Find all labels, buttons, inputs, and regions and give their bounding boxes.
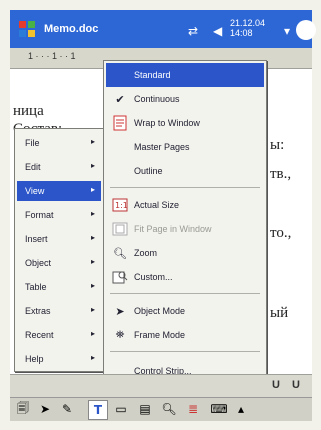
submenu-item-label: Wrap to Window — [134, 118, 200, 128]
wrap-icon — [112, 115, 128, 131]
chevron-right-icon: ▸ — [91, 161, 96, 170]
command-bar: 🗐 ➤ ✎ T ▭ ▤ 🔍︎ ≣ ⌨ ▴ — [10, 397, 312, 421]
svg-text:1:1: 1:1 — [115, 201, 128, 210]
frame-tool-icon[interactable]: ▭ — [112, 400, 130, 418]
submenu-item-frame-mode[interactable]: ⛯ Frame Mode — [106, 323, 264, 347]
doc-line: ница — [13, 103, 44, 119]
chevron-right-icon: ▸ — [91, 329, 96, 338]
format-bar: U U — [10, 374, 312, 397]
chevron-down-icon[interactable]: ▾ — [284, 24, 290, 38]
menu-item-label: Help — [25, 354, 44, 364]
underline-button[interactable]: U — [292, 379, 300, 391]
chevron-right-icon: ▸ — [91, 257, 96, 266]
menu-item-recent[interactable]: Recent ▸ — [17, 325, 101, 345]
network-icon[interactable]: ⇄ — [188, 24, 198, 38]
clock-date: 21.12.04 — [230, 18, 266, 28]
custom-zoom-icon — [112, 269, 128, 285]
frame-mode-icon: ⛯ — [115, 328, 125, 341]
ok-button[interactable] — [296, 20, 316, 40]
menu-item-format[interactable]: Format ▸ — [17, 205, 101, 225]
submenu-item-label: Frame Mode — [134, 330, 186, 340]
text-tool-icon[interactable]: T — [88, 400, 108, 420]
menu-item-label: Object — [25, 258, 52, 268]
menu-item-label: Insert — [25, 234, 48, 244]
view-submenu: Standard ✔ Continuous Wrap to Window Mas… — [103, 60, 267, 398]
submenu-item-custom[interactable]: Custom... — [106, 265, 264, 289]
menu-item-label: Extras — [25, 306, 51, 316]
submenu-item-label: Object Mode — [134, 306, 186, 316]
draw-tool-icon[interactable]: ✎ — [58, 400, 76, 418]
menu-item-label: Recent — [25, 330, 54, 340]
submenu-item-label: Master Pages — [134, 142, 190, 152]
pointer-tool-icon[interactable]: ➤ — [36, 400, 54, 418]
actual-size-icon: 1:1 — [112, 197, 128, 213]
submenu-item-continuous[interactable]: ✔ Continuous — [106, 87, 264, 111]
chevron-right-icon: ▸ — [91, 353, 96, 362]
submenu-item-label: Actual Size — [134, 200, 180, 210]
menu-icon[interactable]: 🗐 — [14, 400, 32, 418]
submenu-item-wrap-to-window[interactable]: Wrap to Window — [106, 111, 264, 135]
start-menu-icon[interactable] — [18, 20, 36, 38]
pointer-icon: ➤ — [115, 305, 125, 318]
app-title: Memo.doc — [44, 23, 99, 35]
main-menu: File ▸ Edit ▸ View ▸ Format ▸ Insert ▸ O… — [14, 128, 104, 372]
checkmark-icon: ✔ — [115, 93, 125, 106]
ruler-marks: 1 · · · 1 · · 1 — [28, 51, 76, 61]
clock-time: 14:08 — [230, 28, 253, 38]
italic-button[interactable]: U — [272, 379, 280, 391]
menu-item-extras[interactable]: Extras ▸ — [17, 301, 101, 321]
chevron-right-icon: ▸ — [91, 209, 96, 218]
table-tool-icon[interactable]: ▤ — [136, 400, 154, 418]
title-bar: Memo.doc ⇄ ◀ 21.12.04 14:08 ▾ — [10, 10, 316, 48]
menu-item-view[interactable]: View ▸ — [17, 181, 101, 201]
menu-item-file[interactable]: File ▸ — [17, 133, 101, 153]
menu-item-insert[interactable]: Insert ▸ — [17, 229, 101, 249]
submenu-item-label: Custom... — [134, 272, 173, 282]
volume-icon[interactable]: ◀ — [213, 24, 222, 38]
fit-page-icon — [112, 221, 128, 237]
menu-item-label: Edit — [25, 162, 41, 172]
doc-line: то., — [270, 225, 292, 241]
wrap-tool-icon[interactable]: ≣ — [184, 400, 202, 418]
submenu-item-master-pages[interactable]: Master Pages — [106, 135, 264, 159]
doc-line: ый — [270, 305, 289, 321]
submenu-item-label: Fit Page in Window — [134, 224, 212, 234]
submenu-item-fit-page[interactable]: Fit Page in Window — [106, 217, 264, 241]
submenu-item-label: Zoom — [134, 248, 158, 258]
chevron-right-icon: ▸ — [91, 137, 96, 146]
separator — [110, 187, 260, 188]
submenu-item-zoom[interactable]: 🔍︎ Zoom — [106, 241, 264, 265]
separator — [110, 351, 260, 352]
submenu-item-label: Outline — [134, 166, 163, 176]
menu-item-label: File — [25, 138, 40, 148]
menu-item-label: View — [25, 186, 45, 196]
submenu-item-outline[interactable]: Outline — [106, 159, 264, 183]
submenu-item-label: Standard — [134, 70, 171, 80]
zoom-tool-icon[interactable]: 🔍︎ — [160, 400, 178, 418]
submenu-item-label: Continuous — [134, 94, 180, 104]
submenu-item-standard[interactable]: Standard — [106, 63, 264, 87]
menu-item-label: Format — [25, 210, 54, 220]
submenu-item-object-mode[interactable]: ➤ Object Mode — [106, 299, 264, 323]
menu-item-table[interactable]: Table ▸ — [17, 277, 101, 297]
menu-item-object[interactable]: Object ▸ — [17, 253, 101, 273]
chevron-right-icon: ▸ — [91, 305, 96, 314]
chevron-right-icon: ▸ — [91, 233, 96, 242]
separator — [110, 293, 260, 294]
clock[interactable]: 21.12.04 14:08 — [230, 18, 265, 38]
doc-line: ы: — [270, 137, 285, 153]
keyboard-icon[interactable]: ⌨ — [210, 400, 228, 418]
menu-item-help[interactable]: Help ▸ — [17, 349, 101, 369]
chevron-right-icon: ▸ — [91, 185, 96, 194]
magnifier-icon: 🔍︎ — [113, 247, 127, 260]
submenu-item-actual-size[interactable]: 1:1 Actual Size — [106, 193, 264, 217]
doc-line: тв., — [270, 166, 292, 182]
menu-item-edit[interactable]: Edit ▸ — [17, 157, 101, 177]
menu-item-label: Table — [25, 282, 47, 292]
chevron-up-icon[interactable]: ▴ — [232, 400, 250, 418]
chevron-right-icon: ▸ — [91, 281, 96, 290]
